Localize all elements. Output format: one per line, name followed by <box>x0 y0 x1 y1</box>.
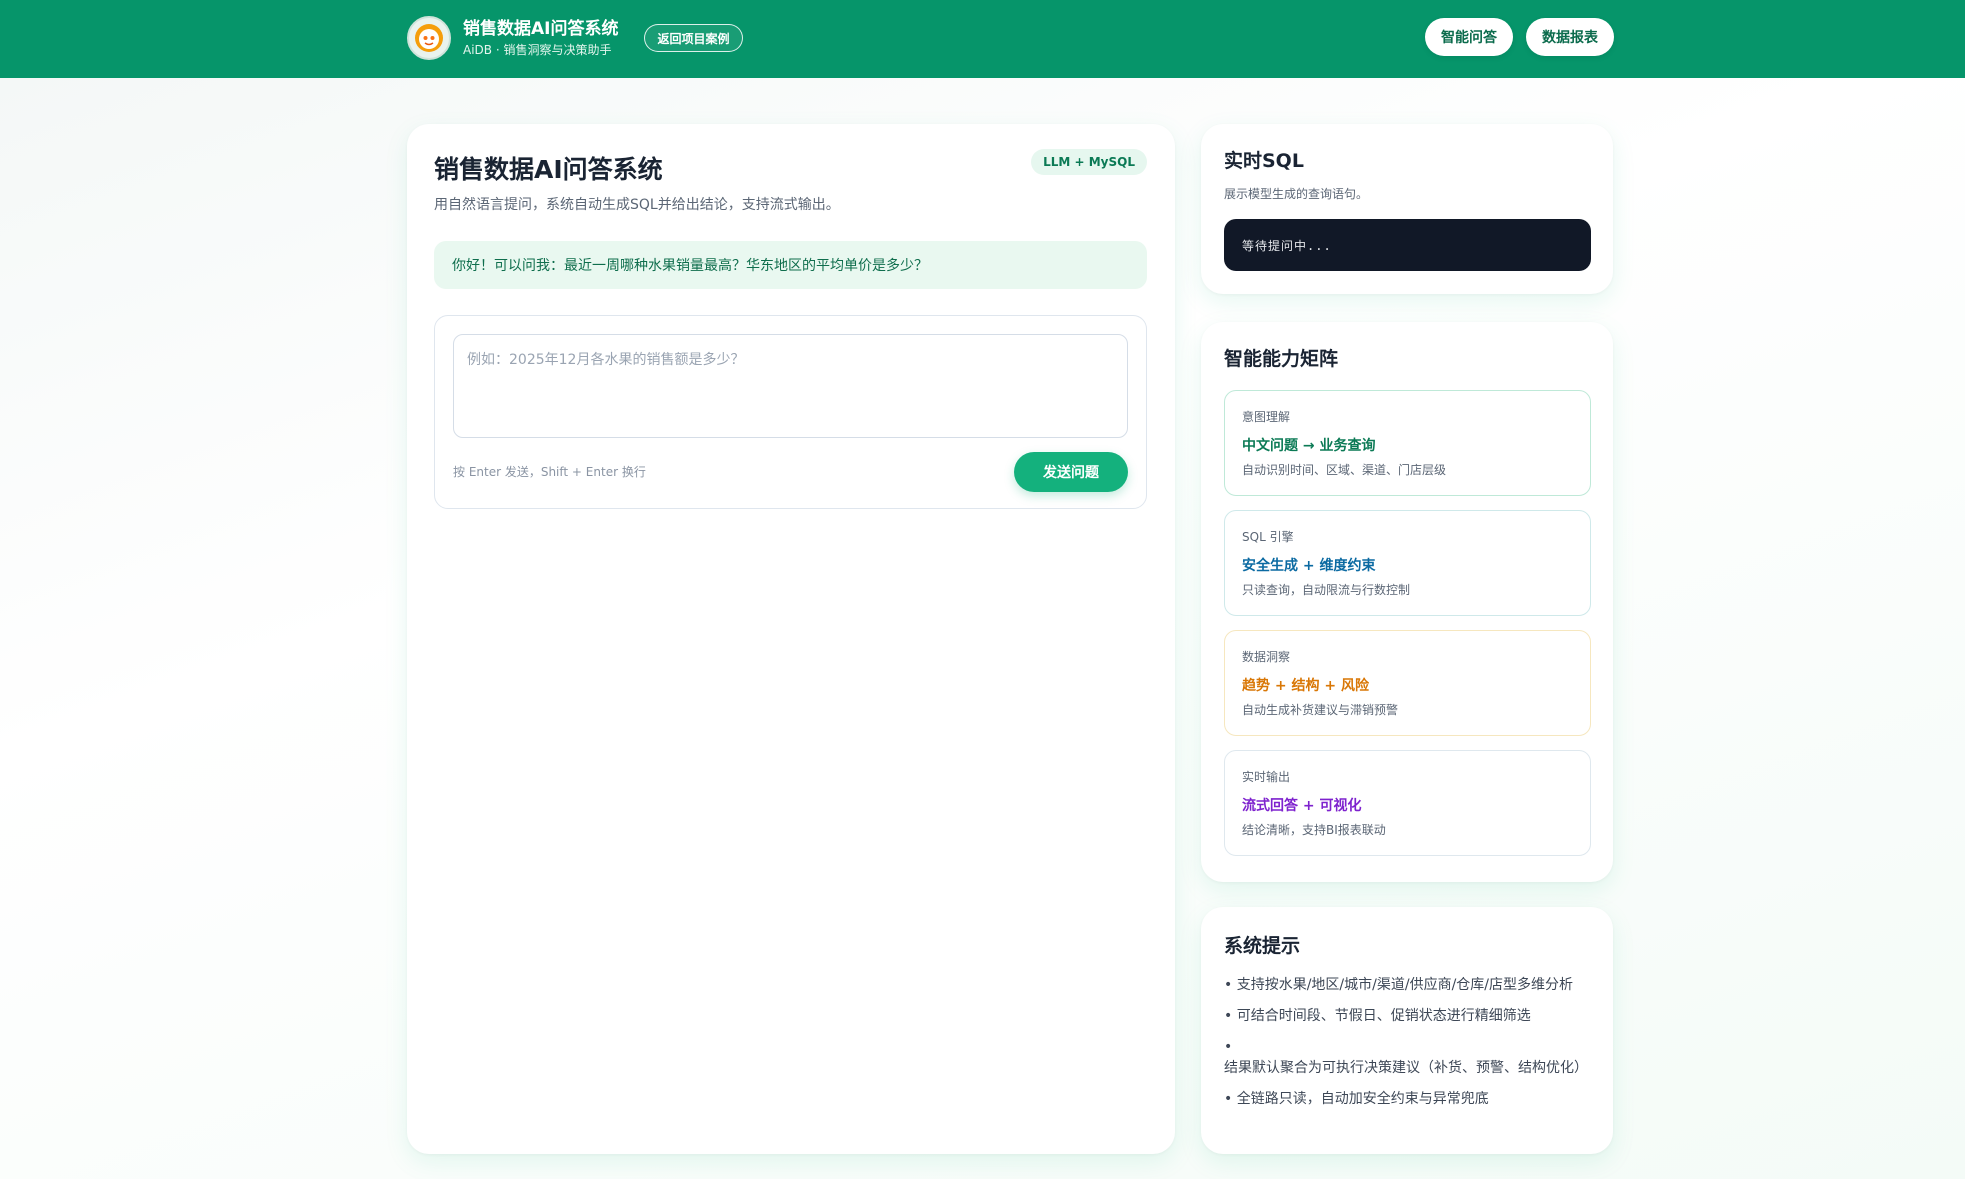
system-tips-card: 系统提示 支持按水果/地区/城市/渠道/供应商/仓库/店型多维分析 可结合时间段… <box>1201 907 1613 1154</box>
tip-item: 结果默认聚合为可执行决策建议（补货、预警、结构优化） <box>1224 1037 1594 1079</box>
qa-main-card: 销售数据AI问答系统 LLM + MySQL 用自然语言提问，系统自动生成SQL… <box>407 124 1175 1154</box>
capability-label: 数据洞察 <box>1242 650 1291 664</box>
realtime-sql-card: 实时SQL 展示模型生成的查询语句。 等待提问中... <box>1201 124 1613 294</box>
page-description: 用自然语言提问，系统自动生成SQL并给出结论，支持流式输出。 <box>434 197 840 213</box>
capability-headline: 流式回答 + 可视化 <box>1242 798 1362 814</box>
top-navigation-bar: 销售数据AI问答系统 AiDB · 销售洞察与决策助手 返回项目案例 智能问答 … <box>0 0 1965 78</box>
capability-description: 自动生成补货建议与滞销预警 <box>1242 703 1399 717</box>
sql-card-title: 实时SQL <box>1224 150 1304 172</box>
nav-smart-qa-button[interactable]: 智能问答 <box>1425 18 1513 56</box>
capability-label: 实时输出 <box>1242 770 1291 784</box>
send-question-button[interactable]: 发送问题 <box>1014 452 1128 492</box>
capability-item-intent: 意图理解 中文问题 → 业务查询 自动识别时间、区域、渠道、门店层级 <box>1224 390 1591 496</box>
question-composer: 例如：2025年12月各水果的销售额是多少？ 按 Enter 发送，Shift … <box>434 315 1147 509</box>
nav-data-report-button[interactable]: 数据报表 <box>1526 18 1614 56</box>
tech-badge: LLM + MySQL <box>1031 149 1147 175</box>
tip-item: 全链路只读，自动加安全约束与异常兜底 <box>1224 1089 1594 1110</box>
tips-title: 系统提示 <box>1224 935 1301 957</box>
capability-description: 结论清晰，支持BI报表联动 <box>1242 823 1386 837</box>
tips-list: 支持按水果/地区/城市/渠道/供应商/仓库/店型多维分析 可结合时间段、节假日、… <box>1224 975 1594 1120</box>
sql-output-box: 等待提问中... <box>1224 219 1591 271</box>
capability-headline: 安全生成 + 维度约束 <box>1242 558 1376 574</box>
capability-title: 智能能力矩阵 <box>1224 348 1339 370</box>
sql-card-subtitle: 展示模型生成的查询语句。 <box>1224 187 1369 201</box>
capability-description: 自动识别时间、区域、渠道、门店层级 <box>1242 463 1447 477</box>
capability-item-sql-engine: SQL 引擎 安全生成 + 维度约束 只读查询，自动限流与行数控制 <box>1224 510 1591 616</box>
capability-label: 意图理解 <box>1242 410 1291 424</box>
capability-item-realtime-output: 实时输出 流式回答 + 可视化 结论清晰，支持BI报表联动 <box>1224 750 1591 856</box>
page-title: 销售数据AI问答系统 <box>434 155 663 184</box>
capability-matrix-card: 智能能力矩阵 意图理解 中文问题 → 业务查询 自动识别时间、区域、渠道、门店层… <box>1201 322 1613 882</box>
back-to-projects-button[interactable]: 返回项目案例 <box>644 24 743 52</box>
assistant-greeting-message: 你好！可以问我：最近一周哪种水果销量最高？华东地区的平均单价是多少？ <box>434 241 1147 289</box>
capability-label: SQL 引擎 <box>1242 530 1294 544</box>
main-nav: 智能问答 数据报表 <box>1425 18 1614 56</box>
tip-item: 可结合时间段、节假日、促销状态进行精细筛选 <box>1224 1006 1594 1027</box>
robot-avatar-icon <box>407 16 451 60</box>
capability-description: 只读查询，自动限流与行数控制 <box>1242 583 1411 597</box>
tip-item: 支持按水果/地区/城市/渠道/供应商/仓库/店型多维分析 <box>1224 975 1594 996</box>
capability-headline: 趋势 + 结构 + 风险 <box>1242 678 1369 694</box>
app-subtitle: AiDB · 销售洞察与决策助手 <box>463 43 612 57</box>
brand: 销售数据AI问答系统 AiDB · 销售洞察与决策助手 返回项目案例 <box>407 16 743 60</box>
app-title: 销售数据AI问答系统 <box>463 19 619 39</box>
keyboard-hint: 按 Enter 发送，Shift + Enter 换行 <box>453 465 646 479</box>
capability-headline: 中文问题 → 业务查询 <box>1242 438 1376 454</box>
question-input[interactable]: 例如：2025年12月各水果的销售额是多少？ <box>453 334 1128 438</box>
capability-item-insight: 数据洞察 趋势 + 结构 + 风险 自动生成补货建议与滞销预警 <box>1224 630 1591 736</box>
